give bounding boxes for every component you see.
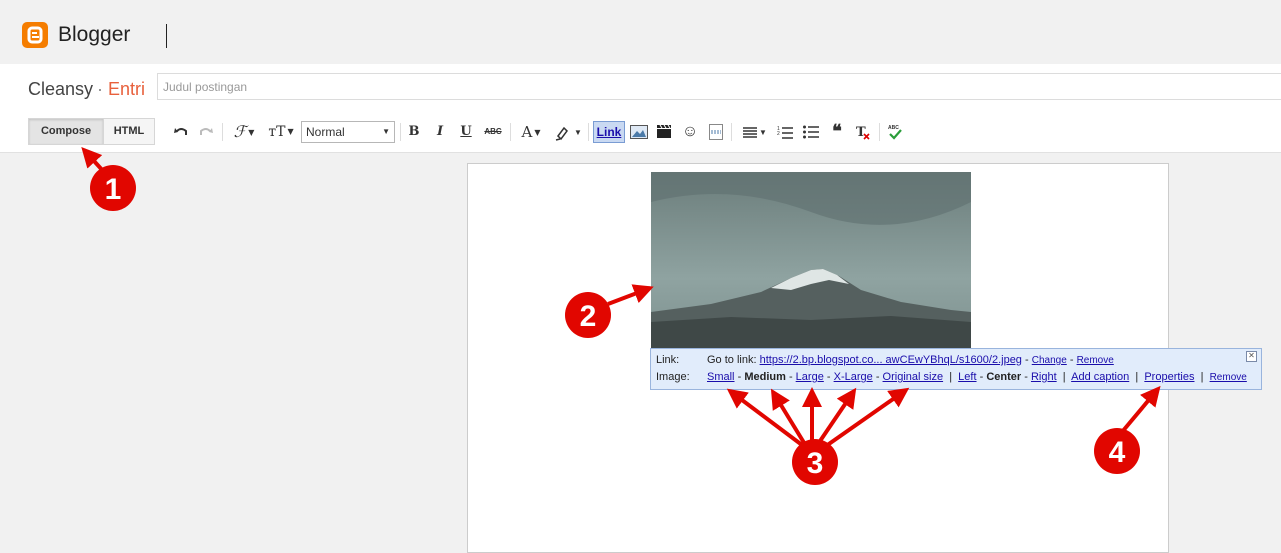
redo-icon[interactable]	[197, 122, 215, 142]
link-row-label: Link:	[656, 354, 680, 366]
editor-toolbar: Compose HTML ℱ ▼ тT ▼ Normal ▼ B I U ABC A…	[0, 114, 1281, 153]
compose-button[interactable]: Compose	[28, 118, 104, 145]
align-center-current: Center	[986, 371, 1022, 383]
svg-text:2: 2	[777, 131, 780, 137]
size-large-link[interactable]: Large	[796, 371, 824, 383]
post-title-input[interactable]	[157, 73, 1281, 100]
strikethrough-icon[interactable]: ABC	[482, 122, 504, 142]
image-options-bubble: ✕ Link: Go to link: https://2.bp.blogspo…	[650, 348, 1262, 390]
brand-name: Blogger	[58, 23, 131, 46]
quote-icon[interactable]: ❝	[828, 122, 846, 142]
change-link[interactable]: Change	[1032, 355, 1067, 366]
go-to-link-label: Go to link:	[707, 354, 757, 366]
size-small-link[interactable]: Small	[707, 371, 735, 383]
image-row-label: Image:	[656, 371, 690, 383]
toolbar-separator	[510, 123, 511, 141]
insert-image-icon[interactable]	[629, 122, 649, 142]
align-left-link[interactable]: Left	[958, 371, 976, 383]
highlight-color-icon[interactable]: ▼	[552, 122, 584, 142]
properties-link[interactable]: Properties	[1144, 371, 1194, 383]
link-row-content: Go to link: https://2.bp.blogspot.co... …	[707, 354, 1114, 366]
add-caption-link[interactable]: Add caption	[1071, 371, 1129, 383]
blog-name[interactable]: Cleansy	[28, 79, 93, 100]
toolbar-separator	[731, 123, 732, 141]
bold-icon[interactable]: B	[406, 122, 422, 142]
badge-1-number: 1	[105, 173, 122, 206]
toolbar-separator	[222, 123, 223, 141]
close-icon[interactable]: ✕	[1246, 351, 1257, 362]
chevron-down-icon: ▼	[382, 127, 390, 136]
paragraph-format-select[interactable]: Normal ▼	[301, 121, 395, 143]
post-image[interactable]	[651, 172, 971, 350]
arrow-1	[81, 147, 106, 174]
header-divider	[166, 24, 167, 48]
size-xlarge-link[interactable]: X-Large	[834, 371, 873, 383]
link-button[interactable]: Link	[593, 121, 625, 143]
spell-check-icon[interactable]: ABC	[886, 122, 904, 142]
jump-break-icon[interactable]	[707, 122, 725, 142]
underline-icon[interactable]: U	[458, 122, 474, 142]
image-url-link[interactable]: https://2.bp.blogspot.co... awCEwYBhqL/s…	[760, 354, 1022, 366]
blogger-logo-icon[interactable]	[22, 22, 48, 48]
numbered-list-icon[interactable]: 12	[776, 122, 794, 142]
bulleted-list-icon[interactable]	[802, 122, 820, 142]
toolbar-separator	[879, 123, 880, 141]
svg-text:ABC: ABC	[888, 125, 899, 131]
breadcrumb-separator: ·	[97, 79, 103, 99]
annotation-badge-1: 1	[90, 165, 136, 211]
emoji-icon[interactable]: ☺	[681, 122, 699, 142]
size-medium-current: Medium	[744, 371, 786, 383]
remove-link[interactable]: Remove	[1077, 355, 1114, 366]
remove-image-link[interactable]: Remove	[1210, 372, 1247, 383]
size-original-link[interactable]: Original size	[883, 371, 944, 383]
remove-formatting-icon[interactable]: T	[854, 122, 872, 142]
html-button[interactable]: HTML	[103, 118, 155, 145]
image-row-content: Small - Medium - Large - X-Large - Origi…	[707, 371, 1247, 383]
align-right-link[interactable]: Right	[1031, 371, 1057, 383]
toolbar-separator	[400, 123, 401, 141]
post-title-row: Cleansy · Entri	[0, 64, 1281, 115]
undo-icon[interactable]	[172, 122, 190, 142]
insert-video-icon[interactable]	[655, 122, 673, 142]
top-bar: Blogger	[0, 0, 1281, 64]
font-family-icon[interactable]: ℱ ▼	[229, 122, 259, 142]
align-icon[interactable]: ▼	[740, 122, 770, 142]
italic-icon[interactable]: I	[432, 122, 448, 142]
breadcrumb-section: Entri	[108, 79, 146, 99]
paragraph-format-value: Normal	[306, 125, 345, 139]
toolbar-separator	[588, 123, 589, 141]
text-color-icon[interactable]: A ▼	[516, 122, 546, 142]
font-size-icon[interactable]: тT ▼	[266, 122, 296, 142]
